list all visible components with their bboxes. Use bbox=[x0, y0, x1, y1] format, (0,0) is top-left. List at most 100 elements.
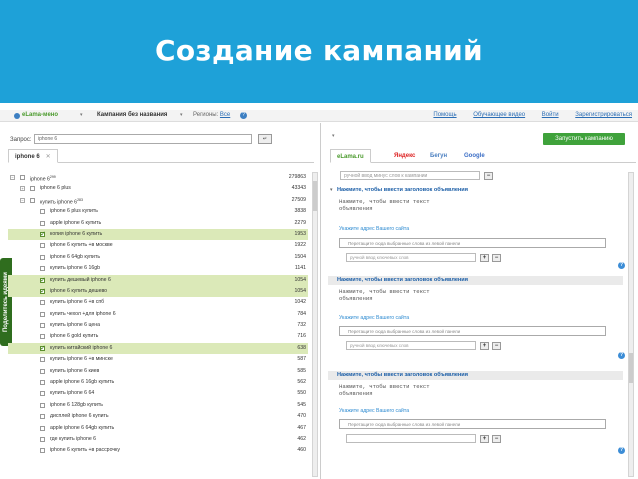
keyword-row[interactable]: iphone 6 64gb купить 1504 bbox=[8, 252, 308, 263]
remove-keyword-button[interactable]: − bbox=[492, 254, 501, 262]
keyword-checkbox[interactable] bbox=[40, 448, 45, 454]
collapse-icon[interactable]: − bbox=[10, 175, 15, 180]
keyword-row[interactable]: − iphone 6299 279863 bbox=[8, 172, 308, 183]
help-icon[interactable]: ? bbox=[618, 447, 625, 454]
keywords-input[interactable]: ручной ввод ключевых слов bbox=[346, 253, 476, 262]
keyword-checkbox[interactable] bbox=[20, 175, 25, 180]
keyword-row[interactable]: дисплей iphone 6 купить 470 bbox=[8, 411, 308, 422]
ad-description[interactable]: Нажмите, чтобы ввести текст объявления bbox=[339, 288, 459, 302]
minus-dropdown-button[interactable]: − bbox=[484, 172, 493, 180]
enter-icon[interactable]: ↵ bbox=[258, 134, 272, 144]
help-icon[interactable]: ? bbox=[618, 262, 625, 269]
keyword-checkbox[interactable] bbox=[40, 266, 45, 272]
tab-yandex[interactable]: Яндекс bbox=[394, 151, 415, 163]
remove-keyword-button[interactable]: − bbox=[492, 342, 501, 350]
keyword-checkbox[interactable] bbox=[40, 209, 45, 215]
keyword-checkbox[interactable] bbox=[40, 300, 45, 306]
keyword-checkbox[interactable] bbox=[40, 323, 45, 329]
keyword-row[interactable]: iphone 6 купить +в рассрочку 460 bbox=[8, 445, 308, 456]
minus-words-input[interactable]: ручной ввод минус слов к кампании bbox=[340, 171, 480, 180]
keyword-row[interactable]: купить дешевый iphone 6 1054 bbox=[8, 274, 308, 286]
ads-scrollbar[interactable] bbox=[628, 172, 634, 477]
keyword-row[interactable]: купить китайский iphone 6 638 bbox=[8, 342, 308, 354]
remove-keyword-button[interactable]: − bbox=[492, 435, 501, 443]
keyword-row[interactable]: + iphone 6 plus 43343 bbox=[8, 183, 308, 194]
login-link[interactable]: Войти bbox=[542, 112, 559, 118]
keyword-row[interactable]: купить iphone 6 +в спб 1042 bbox=[8, 297, 308, 308]
keyword-checkbox[interactable] bbox=[40, 357, 45, 363]
keyword-row[interactable]: apple iphone 6 16gb купить 562 bbox=[8, 377, 308, 388]
keywords-scrollbar[interactable] bbox=[312, 172, 318, 477]
video-link[interactable]: Обучающее видео bbox=[473, 112, 525, 118]
keyword-checkbox[interactable] bbox=[40, 229, 46, 240]
keyword-checkbox[interactable] bbox=[40, 243, 45, 249]
keyword-checkbox[interactable] bbox=[30, 197, 35, 203]
keyword-row[interactable]: iphone 6 128gb купить 545 bbox=[8, 400, 308, 411]
keyword-checkbox[interactable] bbox=[40, 343, 46, 354]
tab-google[interactable]: Google bbox=[464, 151, 485, 163]
keyword-row[interactable]: купить iphone 6 цена 732 bbox=[8, 320, 308, 331]
close-icon[interactable]: ✕ bbox=[46, 154, 51, 160]
add-keyword-button[interactable]: + bbox=[480, 254, 489, 262]
keyword-row[interactable]: iphone 6 купить дешево 1054 bbox=[8, 285, 308, 297]
run-campaign-button[interactable]: Запустить кампанию bbox=[543, 133, 625, 145]
tab-iphone-6[interactable]: iphone 6 ✕ bbox=[8, 149, 58, 163]
tab-elama[interactable]: eLama.ru bbox=[330, 149, 371, 163]
ad-url-link[interactable]: Укажите адрес Вашего сайта bbox=[339, 226, 409, 232]
keyword-checkbox[interactable] bbox=[40, 436, 45, 442]
help-icon[interactable]: ? bbox=[618, 352, 625, 359]
keyword-checkbox[interactable] bbox=[30, 186, 35, 192]
keyword-row[interactable]: купить чехол +для iphone 6 784 bbox=[8, 309, 308, 320]
ad-description[interactable]: Нажмите, чтобы ввести текст объявления bbox=[339, 383, 459, 397]
campaign-name[interactable]: Кампания без названия bbox=[97, 112, 167, 118]
collapse-icon[interactable]: − bbox=[20, 197, 25, 203]
regions-link[interactable]: Все bbox=[220, 112, 230, 118]
keyword-row[interactable]: купить iphone 6 16gb 1141 bbox=[8, 263, 308, 274]
ad-url-link[interactable]: Укажите адрес Вашего сайта bbox=[339, 315, 409, 321]
keyword-row[interactable]: − купить iphone 6283 27509 bbox=[8, 195, 308, 206]
keyword-row[interactable]: где купить iphone 6 462 bbox=[8, 434, 308, 445]
keywords-input[interactable] bbox=[346, 434, 476, 443]
keyword-checkbox[interactable] bbox=[40, 414, 45, 420]
keyword-checkbox[interactable] bbox=[40, 368, 45, 374]
keyword-checkbox[interactable] bbox=[40, 380, 45, 386]
keyword-row[interactable]: apple iphone 6 64gb купить 467 bbox=[8, 423, 308, 434]
keyword-row[interactable]: iphone 6 gold купить 716 bbox=[8, 331, 308, 342]
ad-title[interactable]: Нажмите, чтобы ввести заголовок объявлен… bbox=[328, 276, 623, 285]
keyword-row[interactable]: iphone 6 купить +в москве 1922 bbox=[8, 240, 308, 251]
expand-icon[interactable]: + bbox=[20, 186, 25, 192]
help-icon[interactable]: ? bbox=[240, 112, 247, 119]
keyword-checkbox[interactable] bbox=[40, 286, 46, 297]
keyword-checkbox[interactable] bbox=[40, 275, 46, 286]
keyword-checkbox[interactable] bbox=[40, 391, 45, 397]
keyword-checkbox[interactable] bbox=[40, 254, 45, 260]
keyword-row[interactable]: копия iphone 6 купить 1953 bbox=[8, 228, 308, 240]
keyword-checkbox[interactable] bbox=[40, 311, 45, 317]
register-link[interactable]: Зарегистрироваться bbox=[575, 112, 632, 118]
keyword-checkbox[interactable] bbox=[40, 334, 45, 340]
app-logo[interactable]: eLama-мено bbox=[13, 112, 58, 119]
keyword-row[interactable]: iphone 6 plus купить 3838 bbox=[8, 206, 308, 217]
keyword-row[interactable]: купить iphone 6 киев 585 bbox=[8, 366, 308, 377]
chevron-down-icon[interactable]: ▾ bbox=[80, 112, 83, 118]
add-keyword-button[interactable]: + bbox=[480, 435, 489, 443]
keywords-input[interactable]: ручной ввод ключевых слов bbox=[346, 341, 476, 350]
help-link[interactable]: Помощь bbox=[433, 112, 456, 118]
keyword-checkbox[interactable] bbox=[40, 402, 45, 408]
chevron-down-icon[interactable]: ▾ bbox=[180, 112, 183, 118]
ad-url-link[interactable]: Укажите адрес Вашего сайта bbox=[339, 408, 409, 414]
ad-title[interactable]: Нажмите, чтобы ввести заголовок объявлен… bbox=[328, 371, 623, 380]
ad-description[interactable]: Нажмите, чтобы ввести текст объявления bbox=[339, 198, 459, 212]
ad-title[interactable]: Нажмите, чтобы ввести заголовок объявлен… bbox=[328, 186, 623, 195]
chevron-down-icon[interactable]: ▾ bbox=[332, 133, 335, 139]
keyword-checkbox[interactable] bbox=[40, 425, 45, 431]
drop-keywords-field[interactable]: Перетащите сюда выбранные слова из левой… bbox=[339, 419, 606, 429]
add-keyword-button[interactable]: + bbox=[480, 342, 489, 350]
tab-begun[interactable]: Бегун bbox=[430, 151, 447, 163]
keyword-checkbox[interactable] bbox=[40, 220, 45, 226]
query-input[interactable]: iphone 6 bbox=[34, 134, 252, 144]
keyword-row[interactable]: купить iphone 6 +в минске 587 bbox=[8, 354, 308, 365]
keyword-row[interactable]: apple iphone 6 купить 2279 bbox=[8, 218, 308, 229]
drop-keywords-field[interactable]: Перетащите сюда выбранные слова из левой… bbox=[339, 238, 606, 248]
keyword-row[interactable]: купить iphone 6 64 550 bbox=[8, 388, 308, 399]
